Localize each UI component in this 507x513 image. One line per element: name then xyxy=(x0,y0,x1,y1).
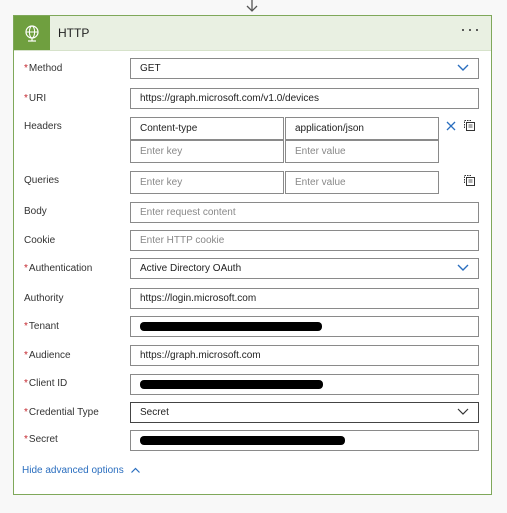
uri-input[interactable]: https://graph.microsoft.com/v1.0/devices xyxy=(130,88,479,109)
client-id-label: *Client ID xyxy=(24,378,68,389)
method-value: GET xyxy=(140,63,161,74)
queries-label: Queries xyxy=(24,175,60,186)
chevron-down-icon xyxy=(457,408,469,415)
audience-input[interactable]: https://graph.microsoft.com xyxy=(130,345,479,366)
method-dropdown[interactable]: GET xyxy=(130,58,479,79)
connector-arrow-icon xyxy=(246,0,258,12)
authority-label: Authority xyxy=(24,293,64,304)
header-key-input-empty[interactable]: Enter key xyxy=(130,140,284,163)
authentication-dropdown[interactable]: Active Directory OAuth xyxy=(130,258,479,279)
more-options-button[interactable]: ··· xyxy=(460,19,481,40)
credential-type-dropdown[interactable]: Secret xyxy=(130,402,479,423)
secret-input[interactable] xyxy=(130,430,479,451)
chevron-down-icon xyxy=(457,264,469,271)
client-id-input[interactable] xyxy=(130,374,479,395)
header-value-input-empty[interactable]: Enter value xyxy=(285,140,439,163)
authority-input[interactable]: https://login.microsoft.com xyxy=(130,288,479,309)
http-globe-icon xyxy=(14,16,50,50)
hide-advanced-options-link[interactable]: Hide advanced options xyxy=(22,465,141,476)
chevron-up-icon xyxy=(130,467,140,473)
tenant-input[interactable] xyxy=(130,316,479,337)
body-label: Body xyxy=(24,206,47,217)
query-key-input[interactable]: Enter key xyxy=(130,171,284,194)
header-key-input[interactable]: Content-type xyxy=(130,117,284,140)
http-action-card: HTTP ··· *Method GET *URI https://graph.… xyxy=(13,15,492,495)
redacted-value xyxy=(140,322,322,331)
credential-type-value: Secret xyxy=(140,407,169,418)
authentication-value: Active Directory OAuth xyxy=(140,263,242,274)
headers-label: Headers xyxy=(24,121,62,132)
credential-type-label: *Credential Type xyxy=(24,407,99,418)
audience-label: *Audience xyxy=(24,350,71,361)
header-value-input[interactable]: application/json xyxy=(285,117,439,140)
uri-label: *URI xyxy=(24,93,47,104)
redacted-value xyxy=(140,380,323,389)
cookie-label: Cookie xyxy=(24,235,56,246)
authentication-label: *Authentication xyxy=(24,263,93,274)
card-header[interactable]: HTTP ··· xyxy=(14,16,491,51)
card-title: HTTP xyxy=(58,26,90,40)
hide-advanced-options-label: Hide advanced options xyxy=(22,465,124,476)
chevron-down-icon xyxy=(457,64,469,71)
tenant-label: *Tenant xyxy=(24,321,59,332)
body-input[interactable]: Enter request content xyxy=(130,202,479,223)
switch-to-text-mode-icon[interactable] xyxy=(463,174,476,187)
query-value-input[interactable]: Enter value xyxy=(285,171,439,194)
cookie-input[interactable]: Enter HTTP cookie xyxy=(130,230,479,251)
secret-label: *Secret xyxy=(24,434,58,445)
method-label: *Method xyxy=(24,63,63,74)
switch-to-text-mode-icon[interactable] xyxy=(463,119,476,132)
delete-header-icon[interactable] xyxy=(445,120,457,132)
redacted-value xyxy=(140,436,345,445)
